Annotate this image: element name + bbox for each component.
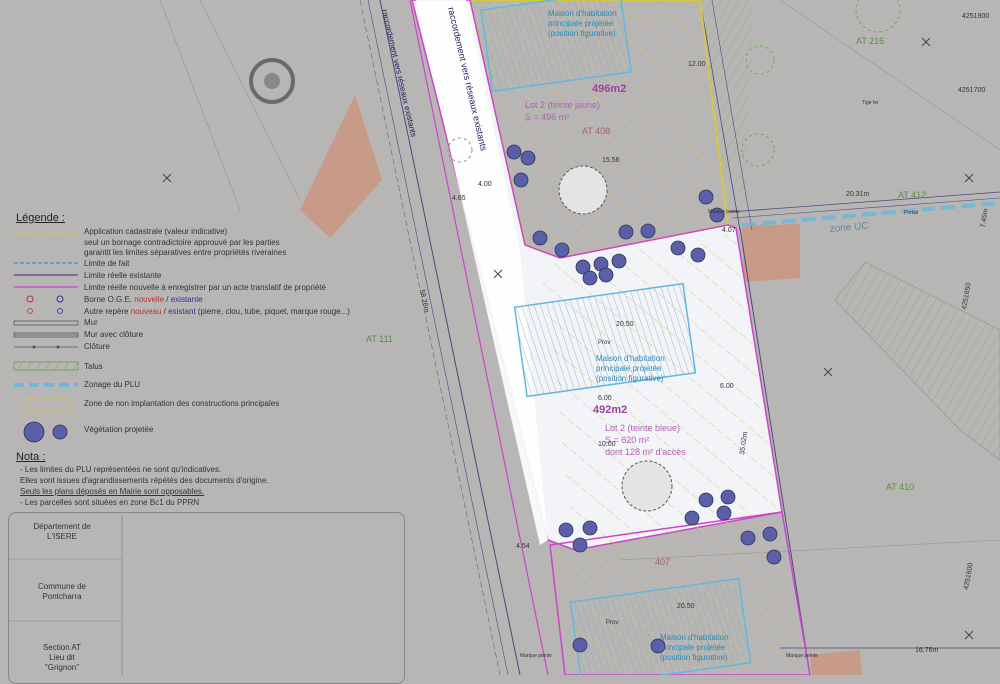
- lot-main-area: 492m2: [593, 404, 627, 416]
- nota-line-1: - Les limites du PLU représentées ne son…: [20, 465, 222, 474]
- tree-large-top: [558, 165, 608, 215]
- dim-5826: 58.26m: [418, 289, 430, 313]
- borne-new: nouvelle: [134, 295, 165, 304]
- dept-line-2: L'ISERE: [47, 532, 77, 541]
- repere-prefix: Autre repère: [84, 307, 131, 316]
- legend-symbols: [13, 233, 79, 443]
- dim-465: 4.65: [452, 195, 466, 202]
- house-bottom-label-3: (position figurative): [660, 653, 728, 662]
- borne-existing: existante: [170, 295, 203, 304]
- legend-row-repere: Autre repère nouveau / existant (pierre,…: [84, 307, 350, 317]
- parcel-407: 407: [655, 557, 670, 567]
- house-top-label-1: Maison d'habitation: [548, 9, 617, 18]
- nota-line-3: Seuls les plans déposés en Mairie sont o…: [20, 487, 205, 496]
- section-line-3: "Grignon": [44, 663, 80, 672]
- house-main-label-2: principale projetée: [596, 364, 662, 373]
- cartouche-section: Section AT Lieu dit "Grignon": [12, 643, 112, 673]
- legend-row-bornage: seul un bornage contradictoire approuvé …: [84, 238, 280, 247]
- lot-top-parcel: AT 408: [582, 126, 610, 136]
- dim-600a: 6.00: [720, 383, 734, 390]
- dim-407b: 4.07: [722, 227, 736, 234]
- coord-2: 4251650: [961, 282, 973, 310]
- repere-suffix: (pierre, clou, tube, piquet, marque roug…: [195, 307, 350, 316]
- dim-400: 4.00: [478, 181, 492, 188]
- nota-line-4: - Les parcelles sont situées en zone Bc1…: [20, 498, 200, 507]
- borne-sep: /: [164, 295, 171, 304]
- marker-piquet-2: Marque peinte: [520, 653, 552, 659]
- dim-2050: 20.50: [616, 321, 634, 328]
- house-bottom-label-2: principale projetée: [660, 643, 726, 652]
- legend-row-limite-existante: Limite réelle existante: [84, 271, 162, 280]
- marker-prov-2: Prov: [606, 620, 618, 626]
- house-top-label-3: (position figurative): [548, 29, 616, 38]
- marker-piquet-1: Marque peinte: [708, 209, 740, 215]
- borne-prefix: Borne O.G.E.: [84, 295, 135, 304]
- parcel-at111: AT 111: [366, 334, 393, 344]
- legend-row-zonage: Zonage du PLU: [84, 380, 141, 389]
- dim-1556: 15.56: [602, 157, 620, 164]
- zone-uc: zone UC: [829, 221, 869, 235]
- marker-piquet-3: Marque peinte: [786, 653, 818, 659]
- house-main-label-3: (position figurative): [596, 374, 664, 383]
- tige-fer: Tige fer: [862, 100, 879, 106]
- dim-1200: 12.00: [688, 61, 706, 68]
- brown-parcel-left: [300, 95, 382, 238]
- nota-title: Nota :: [16, 451, 46, 463]
- legend-row-limite-fait: Limite de fait: [84, 259, 130, 268]
- access-label-2: raccordement vers réseaux existants: [380, 8, 418, 137]
- legend-row-mur: Mur: [84, 318, 98, 327]
- coord-top: 4251900: [962, 13, 989, 20]
- legend-row-vegetation: Végétation projetée: [84, 425, 154, 434]
- marker-prov-1: Prov: [598, 340, 610, 346]
- dim-1876: 16.76m: [915, 647, 939, 654]
- legend-row-limite-nouvelle: Limite réelle nouvelle à enregistrer par…: [84, 283, 326, 292]
- section-line-2: Lieu dit: [49, 653, 75, 662]
- house-top-label-2: principale projetée: [548, 19, 614, 28]
- legend-row-cadastral: Application cadastrale (valeur indicativ…: [84, 227, 228, 236]
- commune-line-2: Pontcharra: [42, 592, 82, 601]
- parcel-at410: AT 410: [886, 482, 914, 492]
- dim-1000: 10.00: [598, 441, 616, 448]
- legend-row-borne: Borne O.G.E. nouvelle / existante: [84, 295, 203, 305]
- lot-top-desc-1: Lot 2 (teinte jaune): [525, 100, 600, 110]
- portail: Portail: [904, 210, 918, 216]
- house-main-label-1: Maison d'habitation: [596, 354, 665, 363]
- repere-new: nouveau: [130, 307, 162, 316]
- dim-2050b: 20.50: [677, 603, 695, 610]
- coord-1: 4251700: [958, 87, 985, 94]
- tree-large-main: [621, 460, 673, 512]
- dim-745: 7.45m: [980, 208, 990, 228]
- legend-row-cloture: Clôture: [84, 342, 110, 351]
- brown-parcel-right: [742, 224, 800, 282]
- talus-right: [834, 261, 1000, 461]
- legend-row-mur-cloture: Mur avec clôture: [84, 330, 144, 339]
- lot-main-desc-3: dont 128 m² d'accès: [605, 447, 686, 457]
- commune-line-1: Commune de: [37, 582, 87, 591]
- dim-600b: 6.00: [598, 395, 612, 402]
- lot-top-area: 496m2: [592, 83, 626, 95]
- cartouche-dept: Département de L'ISERE: [12, 522, 112, 542]
- coord-3: 4251600: [963, 562, 975, 590]
- section-line-1: Section AT: [42, 643, 82, 652]
- house-bottom-label-1: Maison d'habitation: [660, 633, 729, 642]
- legend-row-limites: garantit les limites séparatives entre p…: [84, 248, 287, 257]
- lot-main-desc-1: Lot 2 (teinte bleue): [605, 423, 680, 433]
- cartouche-commune: Commune de Pontcharra: [12, 582, 112, 602]
- nota-line-2: Elles sont issues d'agrandissements répé…: [20, 476, 269, 485]
- legend-row-talus: Talus: [84, 362, 103, 371]
- dim-454: 4.54: [516, 543, 530, 550]
- dept-line-1: Département de: [33, 522, 91, 531]
- legend-row-non-implantation: Zone de non implantation des constructio…: [84, 399, 280, 408]
- repere-existing: existant: [168, 307, 196, 316]
- legend-title: Légende :: [16, 212, 65, 224]
- lot-top-desc-2: S = 496 m²: [525, 112, 569, 122]
- parcel-at216: AT 216: [856, 36, 884, 46]
- parcel-at412: AT 412: [898, 190, 926, 200]
- dim-2031: 20.31m: [846, 191, 870, 198]
